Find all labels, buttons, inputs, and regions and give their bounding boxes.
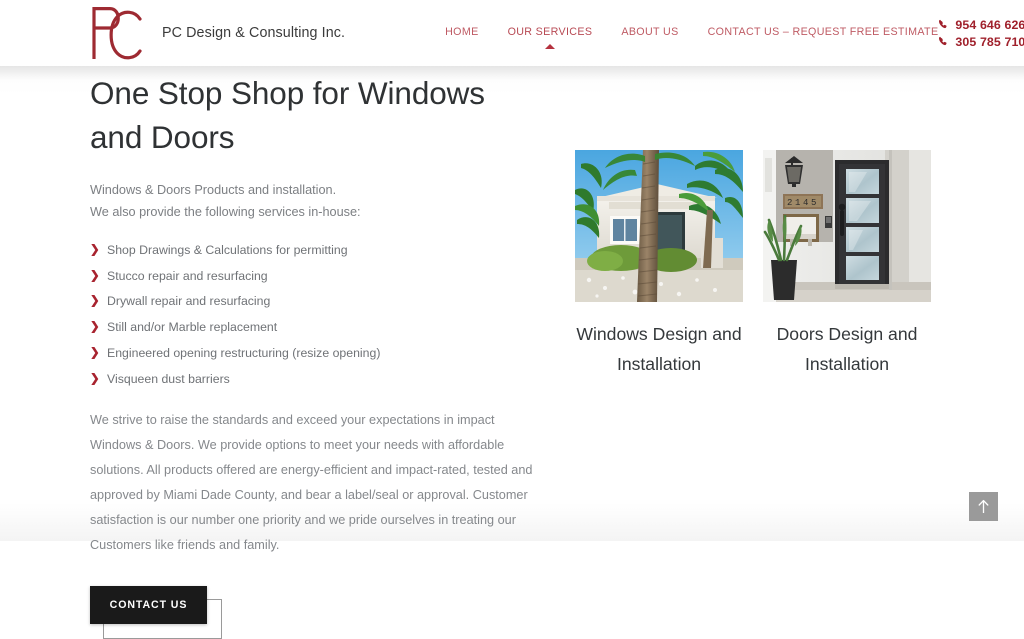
list-item: ❯ Still and/or Marble replacement <box>90 317 565 339</box>
scroll-to-top-button[interactable] <box>969 492 998 521</box>
arrow-up-icon <box>977 499 990 514</box>
left-column: One Stop Shop for Windows and Doors Wind… <box>90 66 565 639</box>
service-label: Drywall repair and resurfacing <box>107 294 271 309</box>
card-doors[interactable]: 21 45 Doors Design and Installation <box>763 150 931 630</box>
nav-item-about-us[interactable]: ABOUT US <box>621 26 678 40</box>
service-label: Stucco repair and resurfacing <box>107 268 268 283</box>
list-item: ❯ Shop Drawings & Calculations for permi… <box>90 240 565 262</box>
chevron-right-icon: ❯ <box>90 269 100 282</box>
white-house-with-palm-trees-photo <box>575 150 743 302</box>
lead-line-1: Windows & Doors Products and installatio… <box>90 182 337 197</box>
content-area: One Stop Shop for Windows and Doors Wind… <box>0 66 1024 639</box>
svg-text:1: 1 <box>795 198 800 208</box>
phone-link-2[interactable]: 305 785 7100 <box>938 35 1024 49</box>
list-item: ❯ Engineered opening restructuring (resi… <box>90 343 565 365</box>
nav-item-home[interactable]: HOME <box>445 26 478 40</box>
card-caption-doors: Doors Design and Installation <box>776 324 918 374</box>
chevron-up-icon <box>544 44 555 49</box>
page-title: One Stop Shop for Windows and Doors <box>90 75 485 155</box>
list-item: ❯ Visqueen dust barriers <box>90 369 565 391</box>
header-phone-numbers: 954 646 6264 305 785 7100 <box>938 18 1024 49</box>
brand-name: PC Design & Consulting Inc. <box>162 25 346 41</box>
body-copy: We strive to raise the standards and exc… <box>90 413 533 552</box>
modern-dark-entry-door-photo: 21 45 <box>763 150 931 302</box>
svg-text:2: 2 <box>787 198 792 208</box>
phone-icon <box>938 36 949 47</box>
list-item: ❯ Stucco repair and resurfacing <box>90 266 565 288</box>
service-label: Still and/or Marble replacement <box>107 320 278 335</box>
lead-text: Windows & Doors Products and installatio… <box>90 179 565 224</box>
chevron-right-icon: ❯ <box>90 243 100 256</box>
service-label: Shop Drawings & Calculations for permitt… <box>107 242 348 257</box>
service-label: Engineered opening restructuring (resize… <box>107 346 381 361</box>
chevron-right-icon: ❯ <box>90 372 100 385</box>
chevron-right-icon: ❯ <box>90 295 100 308</box>
nav-item-home-label: HOME <box>445 26 479 38</box>
pc-monogram-logo-icon <box>88 1 150 65</box>
phone-icon <box>938 19 949 30</box>
chevron-right-icon: ❯ <box>90 321 100 334</box>
service-label: Visqueen dust barriers <box>107 371 230 386</box>
card-caption-windows: Windows Design and Installation <box>576 324 742 374</box>
main-nav: HOME OUR SERVICES ABOUT US CONTACT US – … <box>445 26 939 49</box>
lead-line-2: We also provide the following services i… <box>90 205 361 220</box>
phone-link-1[interactable]: 954 646 6264 <box>938 18 1024 32</box>
nav-item-contact-us[interactable]: CONTACT US – REQUEST FREE ESTIMATE <box>708 26 939 40</box>
list-item: ❯ Drywall repair and resurfacing <box>90 291 565 313</box>
nav-item-our-services-label: OUR SERVICES <box>507 26 593 38</box>
card-windows[interactable]: Windows Design and Installation <box>575 150 743 630</box>
services-list: ❯ Shop Drawings & Calculations for permi… <box>90 240 565 391</box>
svg-text:5: 5 <box>811 198 816 208</box>
nav-item-contact-us-label: CONTACT US – REQUEST FREE ESTIMATE <box>707 26 939 38</box>
page-body: One Stop Shop for Windows and Doors Wind… <box>0 66 1024 639</box>
chevron-right-icon: ❯ <box>90 347 100 360</box>
svg-text:4: 4 <box>803 198 808 208</box>
right-column: Windows Design and Installation 2 1 4 5 … <box>565 66 1024 630</box>
nav-item-about-us-label: ABOUT US <box>621 26 679 38</box>
phone-number-1: 954 646 6264 <box>955 17 1024 32</box>
phone-number-2: 305 785 7100 <box>955 34 1024 49</box>
site-header: PC Design & Consulting Inc. HOME OUR SER… <box>0 0 1024 66</box>
cta-container: CONTACT US <box>90 585 222 639</box>
contact-us-button[interactable]: CONTACT US <box>90 585 207 624</box>
nav-item-our-services[interactable]: OUR SERVICES <box>507 26 593 49</box>
brand[interactable]: PC Design & Consulting Inc. <box>88 1 345 65</box>
